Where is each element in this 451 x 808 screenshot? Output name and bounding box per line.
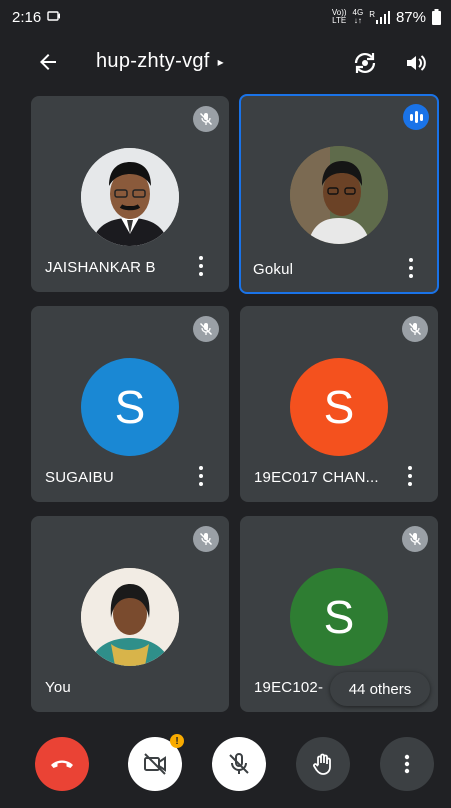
avatar-initial: S (290, 358, 388, 456)
speaker-button[interactable] (403, 50, 429, 76)
mic-toggle-button[interactable] (212, 737, 266, 791)
more-options-button[interactable] (195, 466, 207, 486)
participant-name: You (45, 679, 71, 696)
more-options-button[interactable] (404, 466, 416, 486)
more-options-button[interactable] (380, 737, 434, 791)
volte-indicator: Vo)) LTE (331, 8, 347, 25)
video-off-icon (144, 753, 166, 775)
signal-icon: R (369, 10, 390, 24)
arrow-left-icon (40, 54, 56, 70)
cast-icon (47, 11, 61, 21)
participant-tile[interactable]: S SUGAIBU (31, 306, 229, 502)
hang-up-icon (51, 760, 73, 768)
volume-icon (407, 55, 426, 71)
meeting-title-button[interactable]: hup-zhty-vgf ▸ (96, 50, 224, 73)
camera-warning-badge: ! (170, 734, 184, 748)
profile-photo (81, 148, 179, 246)
participant-tile[interactable]: JAISHANKAR B (31, 96, 229, 292)
switch-camera-button[interactable] (352, 50, 378, 76)
avatar (290, 146, 388, 244)
hand-icon (313, 753, 331, 775)
mic-off-icon (193, 316, 219, 342)
clock: 2:16 (12, 8, 42, 26)
mic-off-icon (229, 753, 249, 774)
avatar-initial: S (290, 568, 388, 666)
mic-off-icon (402, 316, 428, 342)
mic-off-icon (193, 106, 219, 132)
meeting-code: hup-zhty-vgf (96, 50, 210, 72)
participant-tile-active[interactable]: Gokul (239, 94, 439, 294)
mic-off-icon (193, 526, 219, 552)
avatar (81, 568, 179, 666)
network-type: 4G ↓↑ (352, 8, 364, 25)
more-options-button[interactable] (405, 258, 417, 278)
participant-name: JAISHANKAR B (45, 259, 156, 276)
more-vert-icon (404, 754, 410, 774)
end-call-button[interactable] (35, 737, 89, 791)
battery-percent: 87% (395, 8, 426, 26)
participant-tile[interactable]: S 19EC017 CHAN... (240, 306, 438, 502)
avatar (81, 148, 179, 246)
switch-camera-icon (354, 52, 376, 74)
speaking-indicator-icon (403, 104, 429, 130)
participant-name: 19EC102- (254, 679, 324, 696)
status-bar: 2:16 Vo)) LTE 4G ↓↑ R 87% (0, 0, 451, 34)
mic-off-icon (402, 526, 428, 552)
participant-name: SUGAIBU (45, 469, 114, 486)
others-participants-chip[interactable]: 44 others (330, 672, 430, 706)
meeting-header: hup-zhty-vgf ▸ (0, 40, 451, 86)
profile-photo (81, 568, 179, 666)
participant-name: 19EC017 CHAN... (254, 469, 379, 486)
raise-hand-button[interactable] (296, 737, 350, 791)
caret-right-icon: ▸ (217, 54, 224, 69)
participant-name: Gokul (253, 261, 294, 278)
participant-tile-self[interactable]: You (31, 516, 229, 712)
camera-toggle-button[interactable]: ! (128, 734, 184, 791)
battery-icon (432, 9, 441, 25)
more-options-button[interactable] (195, 256, 207, 276)
back-button[interactable] (36, 50, 60, 74)
profile-photo (290, 146, 388, 244)
avatar-initial: S (81, 358, 179, 456)
